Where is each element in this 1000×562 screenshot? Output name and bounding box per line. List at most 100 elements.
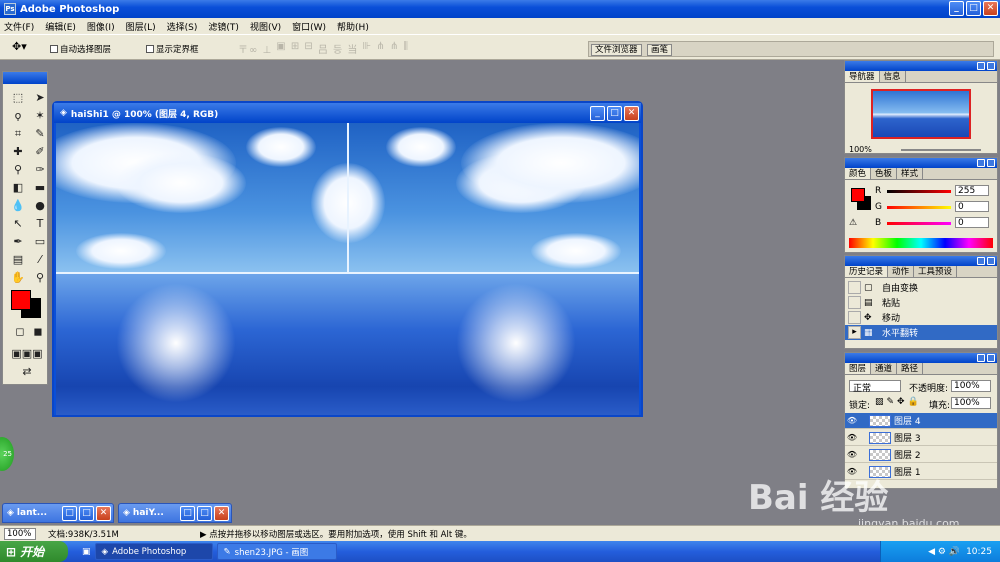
slice-tool-icon[interactable]: ✎ [31,126,49,142]
marquee-tool-icon[interactable]: ⬚ [9,90,27,106]
align-group-4[interactable]: ⊪ ⋔ ⋔ ⫼ [362,41,409,56]
lasso-tool-icon[interactable]: ϙ [9,108,27,124]
brush-tool-icon[interactable]: ✐ [31,144,49,160]
auto-select-checkbox[interactable]: 自动选择图层 [50,43,111,55]
screen-mode-icons[interactable]: ▣▣▣ [7,346,47,362]
panel-minimize-icon[interactable] [977,257,985,265]
blur-tool-icon[interactable]: 💧 [9,198,27,214]
menu-select[interactable]: 选择(S) [167,20,198,33]
tab-layers[interactable]: 图层 [845,363,872,374]
task-photoshop[interactable]: ◈ Adobe Photoshop [94,543,213,560]
eyedropper-icon[interactable]: ⁄ [31,252,49,268]
checkbox-box[interactable] [146,45,154,53]
healing-brush-icon[interactable]: ✚ [9,144,27,160]
close-button[interactable]: ✕ [96,506,111,521]
notes-tool-icon[interactable]: ▤ [9,252,27,268]
channel-r-value[interactable]: 255 [955,185,989,196]
layer-row-active[interactable]: 👁 图层 4 [845,413,997,429]
panel-header[interactable] [845,256,997,266]
tab-navigator[interactable]: 导航器 [845,71,880,82]
fill-input[interactable]: 100% [951,397,991,409]
tray-icons[interactable]: ◀ ⚙ 🔊 [928,547,960,557]
history-item-active[interactable]: ▸ ▦ 水平翻转 [845,325,997,340]
task-paint[interactable]: ✎ shen23.JPG - 画图 [216,543,337,560]
channel-b-slider[interactable] [887,222,951,225]
hand-tool-icon[interactable]: ✋ [9,270,27,286]
clock[interactable]: 10:25 [966,547,992,557]
color-fg-swatch[interactable] [851,188,865,202]
tab-channels[interactable]: 通道 [871,363,898,374]
eye-icon[interactable]: 👁 [845,416,859,425]
maximize-button[interactable]: □ [197,506,212,521]
color-ramp[interactable] [849,238,993,248]
tab-history[interactable]: 历史记录 [845,266,889,277]
layer-row[interactable]: 👁 图层 3 [845,430,997,446]
tab-info[interactable]: 信息 [880,71,906,82]
doc-minimize-button[interactable]: _ [590,106,605,121]
restore-button[interactable]: □ [180,506,195,521]
minimized-document[interactable]: ◈ lant... □ □ ✕ [2,503,114,523]
opacity-input[interactable]: 100% [951,380,991,392]
tab-file-browser[interactable]: 文件浏览器 [591,44,642,56]
menu-filter[interactable]: 滤镜(T) [208,20,239,33]
blend-mode-select[interactable]: 正常 [849,380,901,394]
channel-g-value[interactable]: 0 [955,201,989,212]
tab-brushes[interactable]: 画笔 [647,44,673,56]
panel-close-icon[interactable] [987,159,995,167]
app-titlebar[interactable]: Ps Adobe Photoshop _ □ ✕ [0,0,1000,18]
history-state-marker[interactable]: ▸ [848,326,861,339]
minimize-button[interactable]: _ [949,1,964,16]
restore-button[interactable]: □ [62,506,77,521]
start-button[interactable]: ⊞ 开始 [0,541,68,562]
align-group-3[interactable]: 吕 등 当 [318,41,359,56]
doc-maximize-button[interactable]: □ [607,106,622,121]
foreground-color[interactable] [11,290,31,310]
tab-color[interactable]: 颜色 [845,168,872,179]
align-group-1[interactable]: 〒∞ ⊥ [238,41,272,56]
channel-g-slider[interactable] [887,206,951,209]
quick-mask-on-icon[interactable]: ◼ [29,324,47,340]
path-select-icon[interactable]: ↖ [9,216,27,232]
eye-icon[interactable]: 👁 [845,450,859,459]
floating-badge[interactable]: 25 [0,437,14,471]
crop-tool-icon[interactable]: ⌗ [9,126,27,142]
eraser-tool-icon[interactable]: ◧ [9,180,27,196]
tab-tool-presets[interactable]: 工具预设 [914,266,958,277]
toolbox-header[interactable] [3,72,47,84]
tab-styles[interactable]: 样式 [897,168,924,179]
align-group-2[interactable]: ▣ ⊞ ⊟ [276,41,314,56]
show-desktop-icon[interactable]: ▣ [82,547,91,557]
checkbox-box[interactable] [50,45,58,53]
navigator-zoom[interactable]: 100% [849,145,872,154]
panel-close-icon[interactable] [987,354,995,362]
history-snapshot-box[interactable] [848,281,861,294]
layer-row[interactable]: 👁 图层 2 [845,447,997,463]
close-button[interactable]: ✕ [214,506,229,521]
stamp-tool-icon[interactable]: ⚲ [9,162,27,178]
history-item[interactable]: ▤ 粘贴 [845,295,997,310]
gradient-tool-icon[interactable]: ▬ [31,180,49,196]
zoom-tool-icon[interactable]: ⚲ [31,270,49,286]
panel-minimize-icon[interactable] [977,62,985,70]
panel-header[interactable] [845,353,997,363]
magic-wand-icon[interactable]: ✶ [31,108,49,124]
quick-mask-off-icon[interactable]: ◻ [11,324,29,340]
panel-close-icon[interactable] [987,257,995,265]
eye-icon[interactable]: 👁 [845,433,859,442]
history-item[interactable]: ✥ 移动 [845,310,997,325]
panel-header[interactable] [845,61,997,71]
lock-icons[interactable]: ▨✎✥🔒 [875,397,922,407]
panel-header[interactable] [845,158,997,168]
menu-help[interactable]: 帮助(H) [337,20,369,33]
tab-actions[interactable]: 动作 [888,266,915,277]
history-item[interactable]: ▢ 自由变换 [845,280,997,295]
doc-close-button[interactable]: ✕ [624,106,639,121]
channel-r-slider[interactable] [887,190,951,193]
navigator-zoom-slider[interactable] [901,149,981,151]
channel-b-value[interactable]: 0 [955,217,989,228]
shape-tool-icon[interactable]: ▭ [31,234,49,250]
close-button[interactable]: ✕ [983,1,998,16]
gamut-warning-icon[interactable]: ⚠ [849,218,857,228]
status-zoom[interactable]: 100% [4,527,36,540]
menu-edit[interactable]: 编辑(E) [45,20,76,33]
